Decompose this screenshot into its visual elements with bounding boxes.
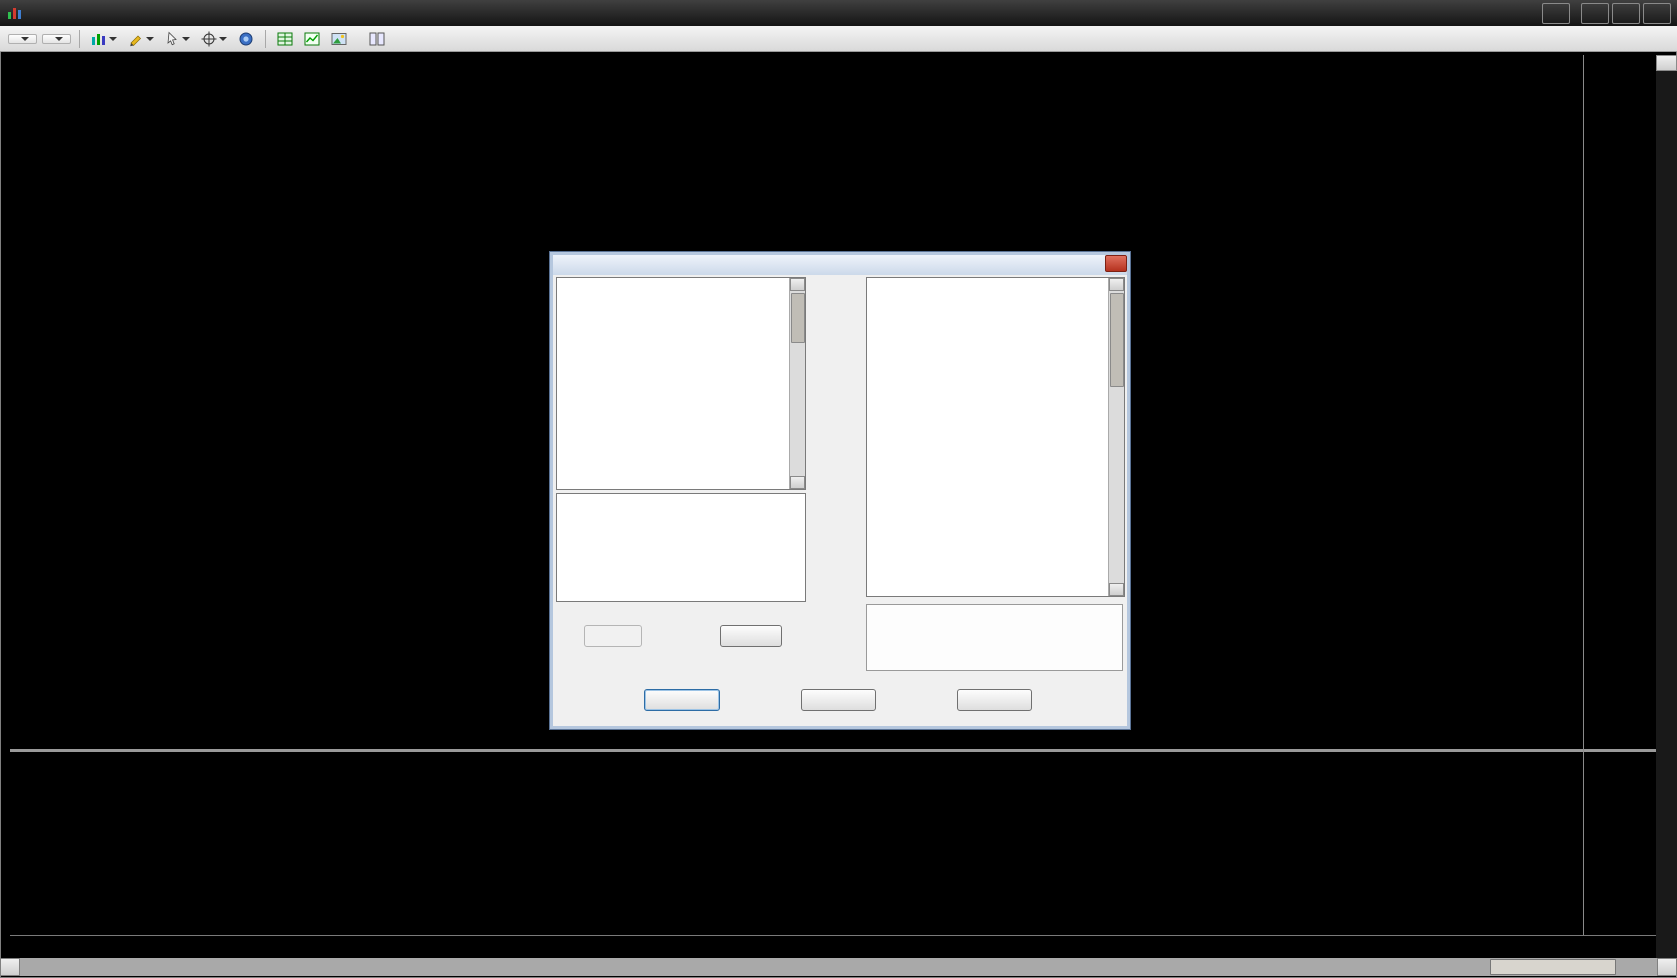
apply-button[interactable] [801, 689, 876, 711]
ninjatrader-window [0, 0, 1677, 978]
close-window-button[interactable] [1643, 3, 1671, 24]
chevron-down-icon [109, 37, 117, 41]
interval-dropdown[interactable] [42, 34, 71, 44]
grid-scrollbar[interactable] [1108, 278, 1124, 596]
available-indicators-list[interactable] [556, 277, 806, 490]
chevron-down-icon [55, 37, 63, 41]
toolbar-separator [79, 30, 80, 48]
scroll-up-icon[interactable] [790, 278, 805, 291]
scroll-up-icon[interactable] [1109, 278, 1124, 291]
dialog-close-icon[interactable] [1105, 255, 1127, 272]
line-chart-icon [304, 31, 320, 47]
panel-splitter[interactable] [10, 749, 1656, 752]
vertical-scrollbar[interactable] [1656, 55, 1677, 958]
layout-columns-icon [369, 31, 385, 47]
scroll-right-icon[interactable] [1657, 958, 1677, 976]
pencil-icon [128, 31, 144, 47]
snapshot-button[interactable] [235, 28, 257, 50]
drawing-tools-button[interactable] [125, 28, 157, 50]
chart-region-button[interactable] [301, 28, 323, 50]
plot-axis-divider [1583, 55, 1584, 935]
image-icon [331, 31, 347, 47]
scrollbar-thumb[interactable] [1490, 959, 1616, 975]
indicator-property-grid[interactable] [866, 277, 1125, 597]
crosshair-tool-button[interactable] [198, 28, 230, 50]
scroll-down-icon[interactable] [1109, 583, 1124, 596]
scroll-left-icon[interactable] [0, 958, 20, 976]
selected-indicators-list[interactable] [556, 493, 806, 602]
indicator-grid-icon [277, 31, 293, 47]
restore-button[interactable] [1612, 3, 1640, 24]
close-button[interactable] [957, 689, 1032, 711]
indicators-button[interactable] [274, 28, 296, 50]
link-button[interactable] [1542, 3, 1570, 24]
camera-icon [238, 31, 254, 47]
toolbar-separator [265, 30, 266, 48]
remove-button[interactable] [720, 625, 782, 647]
new-button[interactable] [584, 625, 642, 647]
window-titlebar[interactable] [0, 0, 1677, 27]
chevron-down-icon [21, 37, 29, 41]
dialog-titlebar[interactable] [553, 255, 1127, 275]
pointer-icon [165, 31, 180, 46]
chevron-down-icon [219, 37, 227, 41]
scroll-up-icon[interactable] [1656, 55, 1677, 71]
chart-style-button[interactable] [88, 28, 120, 50]
instrument-dropdown[interactable] [8, 34, 37, 44]
panel-layout-button[interactable] [366, 28, 388, 50]
time-axis[interactable] [10, 935, 1656, 959]
minimize-button[interactable] [1581, 3, 1609, 24]
scroll-down-icon[interactable] [790, 476, 805, 489]
indicators-dialog [549, 251, 1131, 730]
chevron-down-icon [146, 37, 154, 41]
list-scrollbar[interactable] [789, 278, 805, 489]
horizontal-scrollbar[interactable] [0, 958, 1677, 976]
price-axis[interactable] [1584, 55, 1656, 935]
chart-toolbar [0, 26, 1677, 52]
app-icon [7, 5, 23, 21]
crosshair-icon [201, 31, 217, 47]
scrollbar-thumb[interactable] [791, 293, 805, 343]
chevron-down-icon [182, 37, 190, 41]
cursor-tool-button[interactable] [162, 28, 193, 50]
oscillator-chart[interactable] [10, 752, 1583, 935]
scrollbar-thumb[interactable] [1110, 293, 1124, 387]
save-image-button[interactable] [328, 28, 350, 50]
property-description-panel [866, 604, 1123, 671]
chart-style-icon [91, 31, 107, 47]
ok-button[interactable] [644, 689, 720, 711]
bold-text-button[interactable] [355, 28, 361, 50]
